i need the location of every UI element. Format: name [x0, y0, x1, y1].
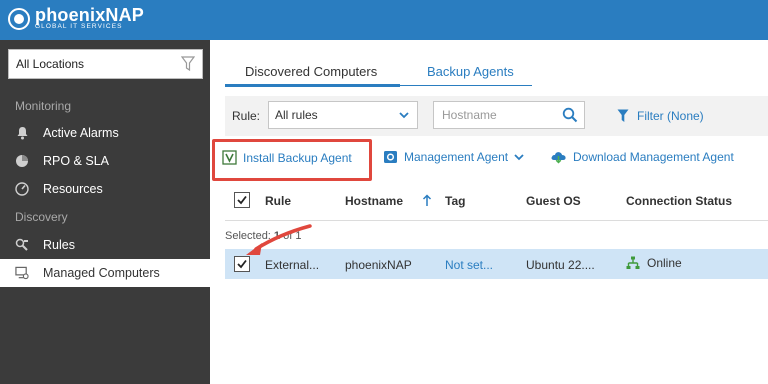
- highlight-annotation-box: [212, 139, 372, 181]
- rule-label: Rule:: [232, 109, 261, 123]
- management-agent-dropdown[interactable]: Management Agent: [383, 150, 524, 164]
- checkmark-icon: [237, 195, 247, 205]
- chevron-down-icon: [399, 112, 409, 119]
- management-agent-label: Management Agent: [404, 150, 509, 164]
- column-header-guest-os[interactable]: Guest OS: [526, 194, 581, 208]
- tab-discovered-computers[interactable]: Discovered Computers: [245, 64, 377, 79]
- cloud-download-icon: [550, 150, 567, 164]
- sidebar-item-resources[interactable]: Resources: [0, 175, 210, 203]
- bell-icon: [15, 126, 29, 140]
- download-management-agent-label: Download Management Agent: [573, 150, 734, 164]
- sidebar-item-label: RPO & SLA: [43, 154, 109, 168]
- header-divider: [225, 220, 768, 221]
- funnel-icon[interactable]: [181, 56, 195, 72]
- cell-connection-status: Online: [626, 256, 682, 270]
- network-online-icon: [626, 256, 640, 269]
- filter-icon: [617, 109, 629, 122]
- filter-button[interactable]: Filter (None): [617, 109, 704, 123]
- hostname-placeholder: Hostname: [442, 108, 497, 122]
- cell-tag-link[interactable]: Not set...: [445, 258, 493, 272]
- sidebar-item-managed-computers[interactable]: Managed Computers: [0, 259, 210, 287]
- sidebar-section-monitoring: Monitoring: [15, 99, 72, 113]
- table-header: Rule Hostname Tag Guest OS Connection St…: [225, 186, 768, 214]
- sidebar-item-rpo-sla[interactable]: RPO & SLA: [0, 147, 210, 175]
- select-all-checkbox[interactable]: [234, 192, 250, 208]
- sidebar-item-label: Active Alarms: [43, 126, 119, 140]
- computer-gear-icon: [15, 266, 29, 280]
- brand-name: phoenixNAP: [35, 5, 145, 25]
- hostname-search-input[interactable]: Hostname: [433, 101, 585, 129]
- sidebar-item-label: Resources: [43, 182, 103, 196]
- location-select[interactable]: All Locations: [8, 49, 203, 79]
- sidebar-item-label: Rules: [43, 238, 75, 252]
- sidebar-item-rules[interactable]: Rules: [0, 231, 210, 259]
- filter-label: Filter (None): [637, 109, 704, 123]
- column-header-rule[interactable]: Rule: [265, 194, 291, 208]
- filter-bar: Rule: All rules Hostname Filter (None): [225, 96, 768, 136]
- sidebar-item-active-alarms[interactable]: Active Alarms: [0, 119, 210, 147]
- column-header-connection-status[interactable]: Connection Status: [626, 194, 732, 208]
- tab-active-indicator: [225, 84, 400, 87]
- top-bar: phoenixNAP GLOBAL IT SERVICES: [0, 0, 768, 40]
- red-arrow-annotation: [246, 224, 312, 255]
- brand-logo[interactable]: phoenixNAP GLOBAL IT SERVICES: [8, 5, 145, 31]
- tab-backup-agents[interactable]: Backup Agents: [427, 64, 514, 79]
- download-management-agent-button[interactable]: Download Management Agent: [550, 150, 734, 164]
- rule-select[interactable]: All rules: [268, 101, 418, 129]
- column-header-hostname[interactable]: Hostname: [345, 194, 403, 208]
- management-agent-icon: [383, 150, 398, 164]
- status-text: Online: [647, 256, 682, 270]
- search-icon[interactable]: [562, 107, 578, 123]
- gauge-icon: [15, 182, 29, 196]
- rule-select-value: All rules: [275, 108, 318, 122]
- cell-hostname: phoenixNAP: [345, 258, 412, 272]
- sidebar-item-label: Managed Computers: [43, 266, 160, 280]
- rules-icon: [15, 238, 29, 252]
- location-select-value: All Locations: [16, 57, 85, 71]
- sidebar: All Locations Monitoring Active Alarms R…: [0, 40, 210, 384]
- column-header-tag[interactable]: Tag: [445, 194, 465, 208]
- chevron-down-icon: [514, 154, 524, 161]
- logo-mark-icon: [8, 8, 30, 30]
- sidebar-section-discovery: Discovery: [15, 210, 68, 224]
- sort-ascending-icon[interactable]: [422, 194, 432, 207]
- cell-guest-os: Ubuntu 22....: [526, 258, 595, 272]
- main-content: Discovered Computers Backup Agents Rule:…: [210, 40, 768, 384]
- pie-chart-icon: [15, 154, 29, 168]
